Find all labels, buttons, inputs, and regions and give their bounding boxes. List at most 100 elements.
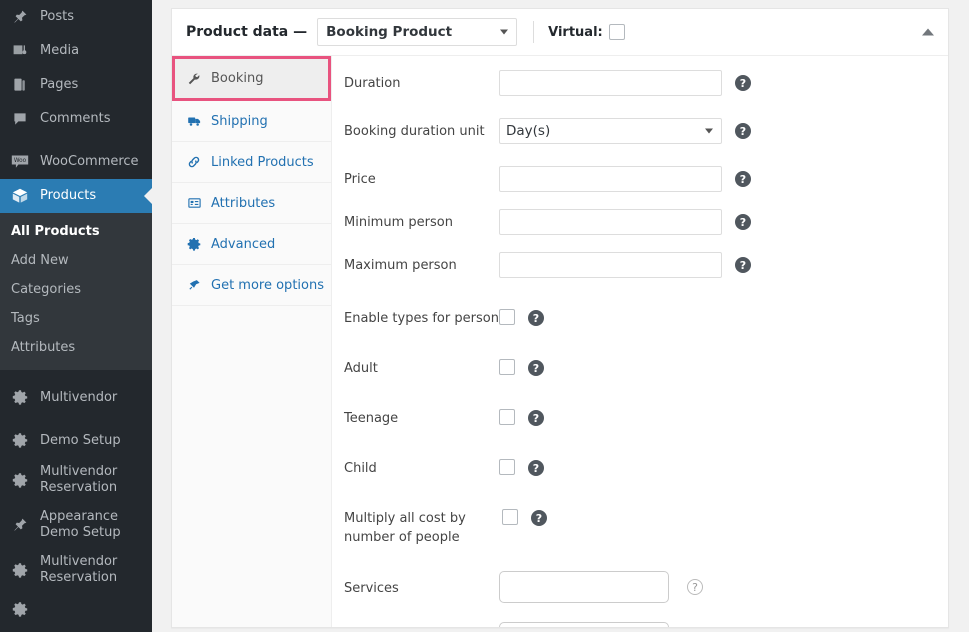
tab-linked-products[interactable]: Linked Products [172, 142, 331, 183]
tab-label: Linked Products [211, 154, 314, 170]
tab-attributes[interactable]: Attributes [172, 183, 331, 224]
tab-get-more-options[interactable]: Get more options [172, 265, 331, 306]
field-minimum-person: Minimum person ? [332, 209, 948, 235]
services-input[interactable] [499, 571, 669, 603]
pin-icon [9, 515, 31, 535]
sidebar-item-pages[interactable]: Pages [0, 68, 152, 102]
submenu-item-tags[interactable]: Tags [0, 305, 152, 334]
field-services: Services ? [332, 571, 948, 603]
sidebar-item-multivendor-reservation-2[interactable]: Multivendor Reservation [0, 547, 152, 592]
virtual-checkbox[interactable] [608, 24, 625, 40]
sidebar-item-comments[interactable]: Comments [0, 102, 152, 136]
sidebar-item-products[interactable]: Products [0, 179, 152, 213]
pages-icon [9, 75, 31, 95]
help-icon[interactable]: ? [531, 510, 547, 526]
panel-body: Booking Shipping Linked Products Attribu… [172, 56, 948, 627]
list-icon [185, 195, 203, 211]
submenu-item-attributes[interactable]: Attributes [0, 334, 152, 363]
help-icon[interactable]: ? [735, 75, 751, 91]
current-menu-arrow [144, 188, 152, 204]
truck-icon [185, 113, 203, 129]
virtual-label: Virtual: [548, 24, 603, 40]
sidebar-item-multivendor[interactable]: Multivendor [0, 380, 152, 414]
sidebar-item-label: Products [40, 188, 97, 204]
plug-icon [185, 277, 203, 293]
media-icon [9, 41, 31, 61]
help-icon[interactable]: ? [735, 171, 751, 187]
help-icon[interactable]: ? [735, 214, 751, 230]
field-booking-duration-unit: Booking duration unit Day(s) ? [332, 118, 948, 144]
sidebar-separator [0, 370, 152, 380]
chevron-up-icon[interactable] [922, 28, 934, 36]
duration-input[interactable] [499, 70, 722, 96]
sidebar-item-label: Posts [40, 9, 74, 25]
booking-duration-unit-select[interactable]: Day(s) [499, 118, 722, 144]
gear-icon [9, 470, 31, 490]
sidebar-item-demo-setup[interactable]: Demo Setup [0, 423, 152, 457]
field-price: Price ? [332, 166, 948, 192]
submenu-item-all-products[interactable]: All Products [0, 218, 152, 247]
sidebar-item-label: Pages [40, 77, 79, 93]
field-label: Multiply all cost by number of people [344, 511, 466, 545]
field-label: Teenage [344, 411, 399, 426]
field-maximum-person: Maximum person ? [332, 252, 948, 278]
adult-checkbox[interactable] [499, 359, 515, 375]
sidebar-item-posts[interactable]: Posts [0, 0, 152, 34]
product-type-select[interactable]: Booking Product [317, 18, 518, 46]
tab-label: Shipping [211, 113, 268, 129]
sidebar-item-partial[interactable] [0, 592, 152, 626]
page-title: Product data — [186, 24, 308, 40]
sidebar-item-woocommerce[interactable]: Woo WooCommerce [0, 145, 152, 179]
tab-label: Get more options [211, 277, 324, 293]
wrench-icon [185, 71, 203, 87]
tab-booking[interactable]: Booking [172, 56, 331, 101]
tab-label: Attributes [211, 195, 276, 211]
help-icon[interactable]: ? [735, 257, 751, 273]
products-submenu: All Products Add New Categories Tags Att… [0, 213, 152, 371]
gear-icon [9, 430, 31, 450]
field-adult: Adult ? [332, 355, 948, 378]
field-duration: Duration ? [332, 70, 948, 96]
teenage-checkbox[interactable] [499, 409, 515, 425]
sidebar-item-label: Multivendor Reservation [40, 464, 118, 495]
products-box-icon [9, 186, 31, 206]
help-icon[interactable]: ? [687, 579, 703, 595]
tab-label: Booking [211, 71, 264, 86]
multiply-cost-checkbox[interactable] [502, 509, 518, 525]
help-icon[interactable]: ? [528, 410, 544, 426]
gear-icon [9, 560, 31, 580]
main-content: Product data — Booking Product Virtual: [152, 0, 969, 632]
sidebar-item-label: Appearance Demo Setup [40, 509, 121, 540]
field-label: Booking duration unit [344, 124, 485, 139]
field-label: Price [344, 172, 376, 187]
sidebar-item-media[interactable]: Media [0, 34, 152, 68]
field-label: Duration [344, 76, 401, 91]
field-child: Child ? [332, 455, 948, 478]
field-amenites: Amenites ? [332, 622, 948, 627]
sidebar-item-multivendor-reservation[interactable]: Multivendor Reservation [0, 457, 152, 502]
child-checkbox[interactable] [499, 459, 515, 475]
help-icon[interactable]: ? [528, 360, 544, 376]
help-icon[interactable]: ? [735, 123, 751, 139]
help-icon[interactable]: ? [528, 310, 544, 326]
product-data-metabox: Product data — Booking Product Virtual: [171, 8, 949, 628]
price-input[interactable] [499, 166, 722, 192]
help-icon[interactable]: ? [528, 460, 544, 476]
svg-text:Woo: Woo [14, 158, 27, 164]
sidebar-item-label: Multivendor Reservation [40, 554, 118, 585]
submenu-item-categories[interactable]: Categories [0, 276, 152, 305]
sidebar-item-appearance-demo-setup[interactable]: Appearance Demo Setup [0, 502, 152, 547]
tab-advanced[interactable]: Advanced [172, 224, 331, 265]
submenu-item-add-new[interactable]: Add New [0, 247, 152, 276]
minimum-person-input[interactable] [499, 209, 722, 235]
booking-options-panel: Duration ? Booking duration unit Day(s) … [332, 56, 948, 627]
maximum-person-input[interactable] [499, 252, 722, 278]
tab-shipping[interactable]: Shipping [172, 101, 331, 142]
sidebar-separator [0, 414, 152, 423]
enable-types-for-person-checkbox[interactable] [499, 309, 515, 325]
sidebar-item-label: Comments [40, 111, 111, 127]
link-icon [185, 154, 203, 170]
field-label: Adult [344, 361, 378, 376]
amenites-input[interactable] [499, 622, 669, 627]
field-multiply-cost: Multiply all cost by number of people ? [332, 505, 948, 547]
